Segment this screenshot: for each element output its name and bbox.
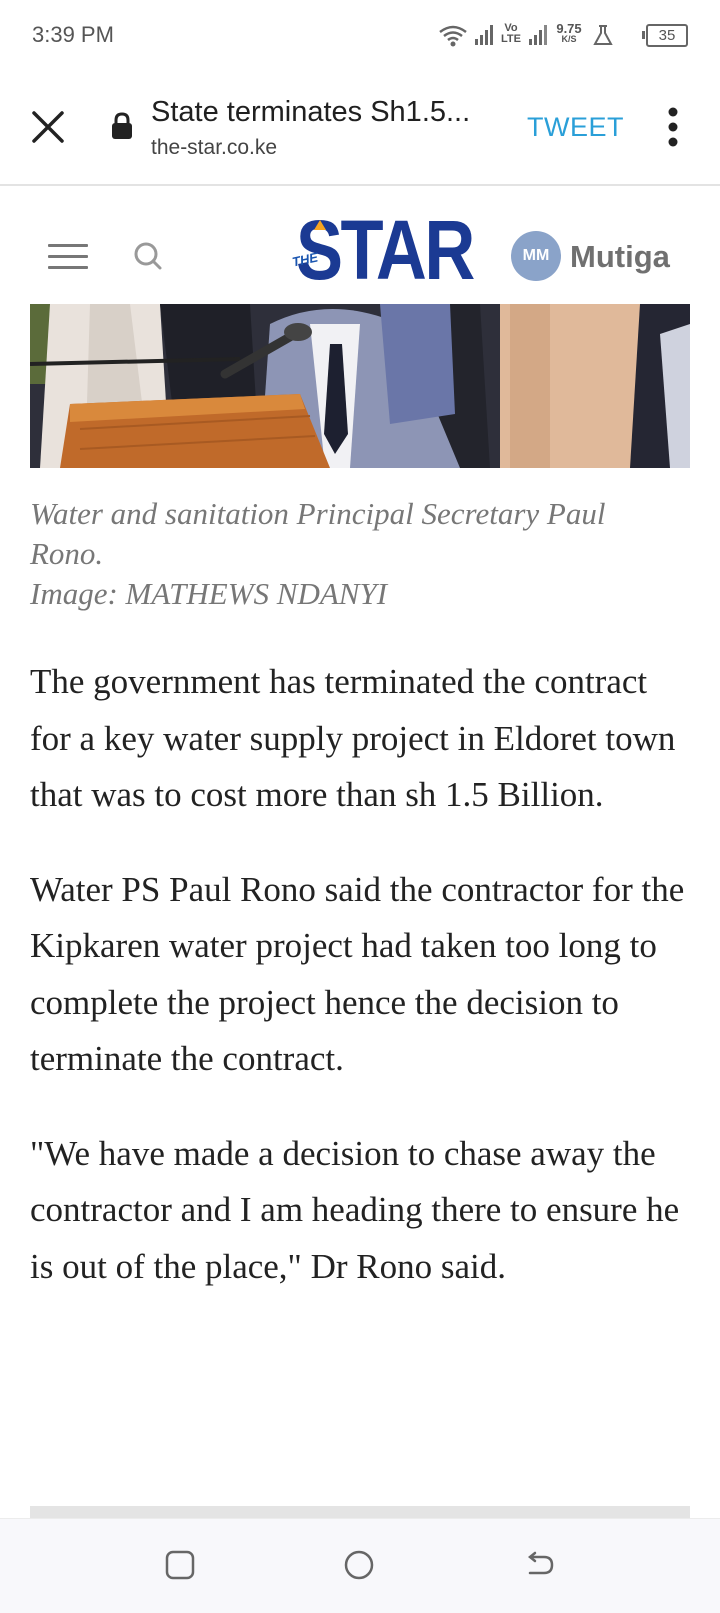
tweet-button[interactable]: TWEET xyxy=(527,112,624,143)
signal-2-icon xyxy=(529,25,547,45)
lock-icon xyxy=(112,112,132,139)
network-speed: 9.75 K/S xyxy=(554,21,584,45)
signal-1-icon xyxy=(475,25,493,45)
more-options-icon[interactable] xyxy=(668,107,678,147)
caption-text: Water and sanitation Principal Secretary… xyxy=(30,496,606,571)
network-speed-value: 9.75 xyxy=(556,21,582,36)
photo-caption: Water and sanitation Principal Secretary… xyxy=(30,494,670,614)
logo-star-text: STAR xyxy=(296,203,475,297)
article-paragraph: Water PS Paul Rono said the contractor f… xyxy=(30,869,685,1079)
site-header: STAR THE MM Mutiga xyxy=(0,186,720,304)
logo-star-icon xyxy=(314,220,326,230)
search-icon[interactable] xyxy=(133,241,163,271)
hamburger-menu-icon[interactable] xyxy=(48,244,88,272)
site-logo[interactable]: STAR THE xyxy=(290,203,476,297)
close-icon[interactable] xyxy=(30,109,66,145)
recent-apps-icon[interactable] xyxy=(164,1549,196,1581)
page-url[interactable]: the-star.co.ke xyxy=(151,136,277,160)
volte-bottom: LTE xyxy=(501,33,521,45)
battery-icon: 35 xyxy=(642,24,688,47)
browser-toolbar: State terminates Sh1.5... the-star.co.ke… xyxy=(0,74,720,186)
back-icon[interactable] xyxy=(524,1549,556,1581)
ad-placeholder xyxy=(30,1506,690,1518)
username[interactable]: Mutiga xyxy=(570,239,670,275)
wifi-icon xyxy=(439,25,467,47)
article-photo xyxy=(30,304,690,468)
page-title[interactable]: State terminates Sh1.5... xyxy=(151,96,501,129)
caption-credit: Image: MATHEWS NDANYI xyxy=(30,576,388,611)
article-paragraph: The government has terminated the contra… xyxy=(30,662,676,814)
home-icon[interactable] xyxy=(343,1549,375,1581)
status-bar: 3:39 PM Vo LTE 9.75 K/S 35 xyxy=(0,0,720,74)
volte-indicator: Vo LTE xyxy=(500,23,522,45)
status-time: 3:39 PM xyxy=(32,22,114,47)
avatar[interactable]: MM xyxy=(511,231,561,281)
system-nav-bar xyxy=(0,1518,720,1613)
article-paragraph: "We have made a decision to chase away t… xyxy=(30,1133,680,1286)
lab-flask-icon xyxy=(593,25,613,45)
article-body: The government has terminated the contra… xyxy=(30,654,690,1333)
battery-level: 35 xyxy=(658,27,676,44)
photo-illustration xyxy=(30,304,690,468)
